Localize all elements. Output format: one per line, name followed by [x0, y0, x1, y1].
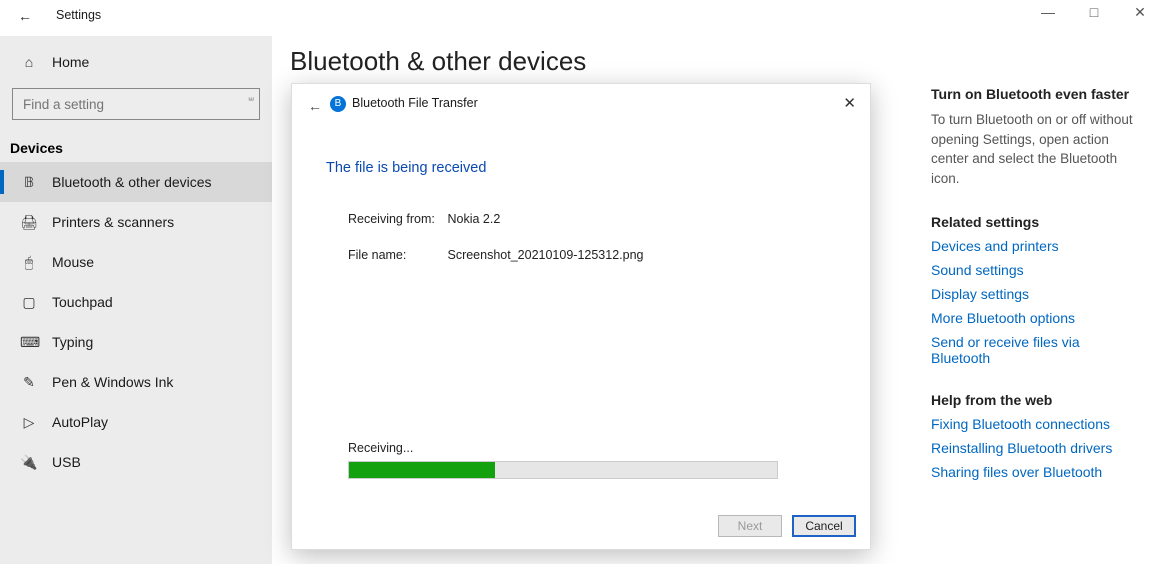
touchpad-icon: ▢: [20, 294, 38, 311]
sidebar-item-label: Pen & Windows Ink: [52, 374, 173, 390]
app-title: Settings: [56, 8, 101, 22]
sidebar-item-bluetooth[interactable]: 𝔹 Bluetooth & other devices: [0, 162, 272, 202]
link-devices-and-printers[interactable]: Devices and printers: [931, 238, 1133, 254]
tip-heading: Turn on Bluetooth even faster: [931, 86, 1133, 102]
receiving-from-label: Receiving from:: [348, 212, 444, 226]
dialog-back-icon[interactable]: ←: [308, 98, 322, 114]
sidebar-item-label: USB: [52, 454, 81, 470]
sidebar-item-mouse[interactable]: 🖱 Mouse: [0, 242, 272, 282]
sidebar-section-label: Devices: [0, 124, 272, 162]
next-button: Next: [718, 515, 782, 537]
home-icon: ⌂: [20, 54, 38, 70]
sidebar-item-usb[interactable]: 🔌 USB: [0, 442, 272, 482]
link-sharing-files-bluetooth[interactable]: Sharing files over Bluetooth: [931, 464, 1133, 480]
search-input[interactable]: [21, 96, 251, 113]
related-heading: Related settings: [931, 214, 1133, 230]
link-sound-settings[interactable]: Sound settings: [931, 262, 1133, 278]
file-name-value: Screenshot_20210109-125312.png: [447, 248, 643, 262]
link-fixing-bluetooth[interactable]: Fixing Bluetooth connections: [931, 416, 1133, 432]
bluetooth-icon: 𝔹: [20, 174, 38, 191]
bluetooth-file-transfer-dialog: ← B Bluetooth File Transfer ✕ The file i…: [291, 83, 871, 550]
progress-bar-fill: [349, 462, 495, 478]
mouse-icon: 🖱: [20, 254, 38, 271]
dialog-close-button[interactable]: ✕: [843, 94, 856, 112]
sidebar: ⌂ Home ⷲ︎ Devices 𝔹 Bluetooth & other de…: [0, 36, 272, 564]
sidebar-item-pen[interactable]: ✎ Pen & Windows Ink: [0, 362, 272, 402]
page-title: Bluetooth & other devices: [290, 46, 1155, 77]
link-reinstalling-drivers[interactable]: Reinstalling Bluetooth drivers: [931, 440, 1133, 456]
help-heading: Help from the web: [931, 392, 1133, 408]
autoplay-icon: ▷: [20, 414, 38, 431]
sidebar-item-label: AutoPlay: [52, 414, 108, 430]
sidebar-home-label: Home: [52, 54, 89, 70]
search-input-container[interactable]: ⷲ︎: [12, 88, 260, 120]
link-more-bluetooth-options[interactable]: More Bluetooth options: [931, 310, 1133, 326]
link-send-receive-bluetooth[interactable]: Send or receive files via Bluetooth: [931, 334, 1133, 366]
link-display-settings[interactable]: Display settings: [931, 286, 1133, 302]
usb-icon: 🔌: [20, 454, 38, 471]
sidebar-home[interactable]: ⌂ Home: [0, 42, 272, 82]
sidebar-item-label: Bluetooth & other devices: [52, 174, 212, 190]
sidebar-item-printers[interactable]: 🖨 Printers & scanners: [0, 202, 272, 242]
pen-icon: ✎: [20, 374, 38, 391]
file-name-label: File name:: [348, 248, 444, 262]
progress-bar: [348, 461, 778, 479]
receiving-from-value: Nokia 2.2: [447, 212, 500, 226]
printer-icon: 🖨: [20, 214, 38, 231]
sidebar-item-label: Printers & scanners: [52, 214, 174, 230]
keyboard-icon: ⌨: [20, 334, 38, 351]
bluetooth-badge-icon: B: [330, 96, 346, 112]
dialog-subtitle: The file is being received: [326, 160, 486, 176]
right-column: Turn on Bluetooth even faster To turn Bl…: [931, 80, 1133, 506]
cancel-button[interactable]: Cancel: [792, 515, 856, 537]
sidebar-item-touchpad[interactable]: ▢ Touchpad: [0, 282, 272, 322]
tip-body: To turn Bluetooth on or off without open…: [931, 110, 1133, 188]
sidebar-item-label: Touchpad: [52, 294, 113, 310]
back-icon[interactable]: ←: [18, 8, 32, 24]
window-minimize-button[interactable]: —: [1039, 4, 1057, 21]
window-close-button[interactable]: ✕: [1131, 4, 1149, 21]
receiving-status: Receiving...: [348, 441, 413, 455]
sidebar-item-typing[interactable]: ⌨ Typing: [0, 322, 272, 362]
dialog-title: Bluetooth File Transfer: [352, 96, 478, 110]
window-maximize-button[interactable]: □: [1085, 4, 1103, 21]
sidebar-item-label: Typing: [52, 334, 93, 350]
sidebar-item-label: Mouse: [52, 254, 94, 270]
sidebar-item-autoplay[interactable]: ▷ AutoPlay: [0, 402, 272, 442]
